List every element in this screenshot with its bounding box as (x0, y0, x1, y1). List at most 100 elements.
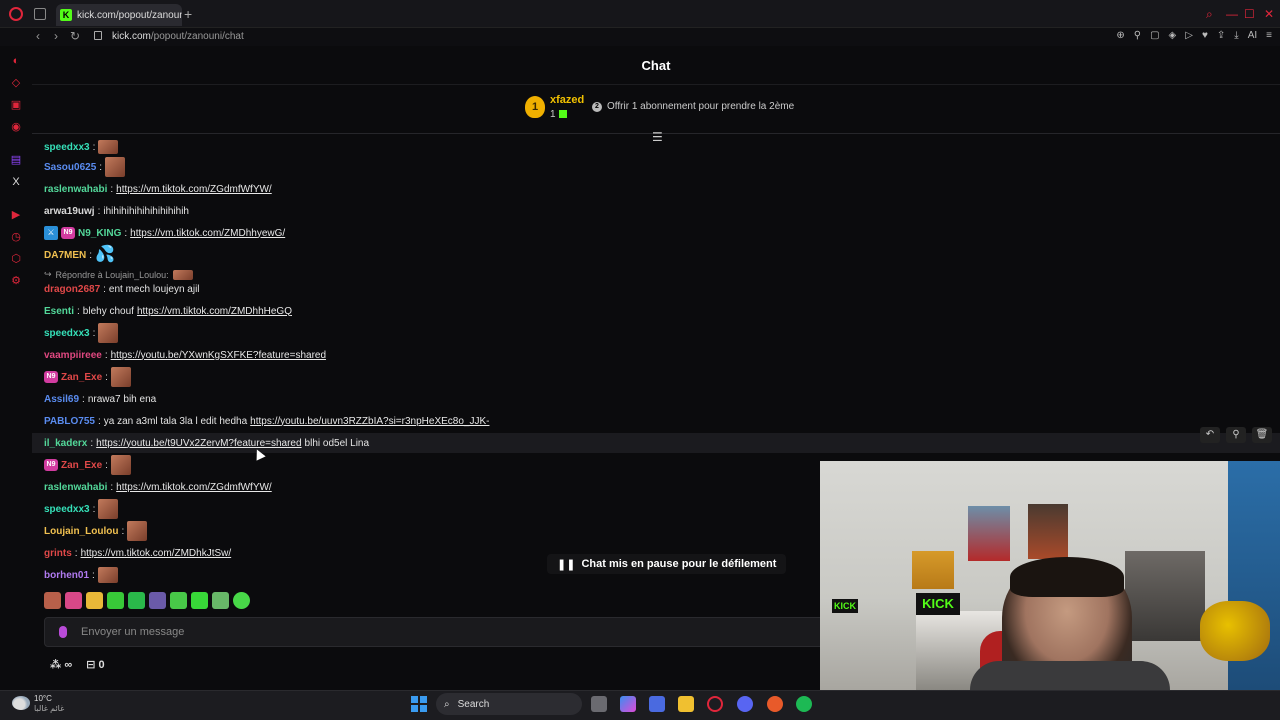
chat-message[interactable]: ⚔ N9 N9_KING: https://vm.tiktok.com/ZMDhhye… (44, 225, 285, 241)
store-app-icon[interactable] (649, 696, 665, 712)
chat-message-input[interactable]: Envoyer un message (44, 617, 824, 647)
reload-icon[interactable]: ↻ (70, 29, 80, 43)
opera-logo-icon[interactable] (9, 7, 23, 21)
back-arrow-icon[interactable]: ‹ (36, 29, 40, 43)
collapse-leaderboard-icon[interactable]: ☰ (652, 130, 663, 144)
message-link[interactable]: https://vm.tiktok.com/ZMDhhyewG/ (130, 228, 285, 239)
sidebar-shop-icon[interactable]: ◇ (10, 77, 22, 89)
sidebar-gx-icon[interactable]: ▣ (10, 99, 22, 111)
chat-message[interactable]: raslenwahabi: https://vm.tiktok.com/ZGdmf… (44, 181, 272, 197)
chat-message[interactable]: Sasou0625: (44, 157, 126, 177)
chat-username[interactable]: il_kaderx (44, 438, 87, 449)
channel-points-button[interactable]: ⁂ ∞ (50, 658, 72, 671)
chat-message[interactable]: N9 Zan_Exe: (44, 367, 131, 387)
menu-icon[interactable]: ≡ (1266, 30, 1272, 41)
discord-icon[interactable] (737, 696, 753, 712)
message-link[interactable]: https://vm.tiktok.com/ZMDhkJtSw/ (81, 548, 232, 559)
chat-message[interactable]: N9 Zan_Exe: (44, 455, 131, 475)
emote-quick-10[interactable] (233, 592, 250, 609)
chat-username[interactable]: dragon2687 (44, 284, 100, 295)
file-explorer-icon[interactable] (678, 696, 694, 712)
message-link[interactable]: https://vm.tiktok.com/ZGdmfWfYW/ (116, 482, 272, 493)
chat-message[interactable]: grints: https://vm.tiktok.com/ZMDhkJtSw/ (44, 545, 231, 561)
chat-message[interactable]: Esenti: blehy chouf https://vm.tiktok.com/… (44, 303, 292, 319)
chat-message[interactable]: raslenwahabi: https://vm.tiktok.com/ZGdmf… (44, 479, 272, 495)
chat-username[interactable]: speedxx3 (44, 142, 90, 153)
chat-username[interactable]: arwa19uwj (44, 206, 95, 217)
chat-message[interactable]: arwa19uwj: ihihihihihihihihihihih (44, 203, 189, 219)
ai-button[interactable]: AI (1248, 30, 1257, 41)
pin-icon[interactable]: ⚲ (1134, 30, 1141, 41)
reply-icon[interactable]: ↶ (1200, 427, 1220, 443)
close-window-icon[interactable]: ✕ (1264, 7, 1274, 21)
weather-cloud-icon[interactable] (12, 696, 30, 710)
chat-message[interactable]: speedxx3: (44, 139, 119, 155)
shield-icon[interactable]: ◈ (1169, 30, 1177, 41)
url-field[interactable]: kick.com/popout/zanouni/chat (112, 31, 244, 42)
chat-username[interactable]: Assil69 (44, 394, 79, 405)
opera-gx-taskbar-icon[interactable] (707, 696, 723, 712)
forward-arrow-icon[interactable]: › (54, 29, 58, 43)
chat-message[interactable]: speedxx3: (44, 323, 119, 343)
sidebar-x-icon[interactable]: X (10, 176, 22, 188)
top-gifter-name[interactable]: xfazed (550, 94, 584, 106)
message-link[interactable]: https://youtu.be/YXwnKgSXFKE?feature=sha… (111, 350, 326, 361)
chat-username[interactable]: Sasou0625 (44, 162, 96, 173)
chat-username[interactable]: Zan_Exe (61, 372, 102, 383)
emote-quick-4[interactable] (107, 592, 124, 609)
delete-message-icon[interactable]: 🗑 (1252, 427, 1272, 443)
chat-username[interactable]: borhen01 (44, 570, 89, 581)
emote-quick-1[interactable] (44, 592, 61, 609)
chat-username[interactable]: raslenwahabi (44, 482, 107, 493)
chat-paused-button[interactable]: ❚❚ Chat mis en pause pour le défilement (547, 554, 787, 574)
chat-message[interactable]: dragon2687: ent mech loujeyn ajil (44, 281, 200, 297)
message-link[interactable]: https://youtu.be/t9UVx2ZervM?feature=sha… (96, 438, 301, 449)
chat-message[interactable]: borhen01: (44, 567, 118, 583)
sidebar-messenger-icon[interactable]: ◉ (10, 121, 22, 133)
sidebar-extensions-icon[interactable]: ⬡ (10, 253, 22, 265)
gift-subscription-button[interactable]: 2 Offrir 1 abonnement pour prendre la 2è… (592, 101, 794, 112)
app-icon-red[interactable] (767, 696, 783, 712)
sidebar-player-icon[interactable]: ▶ (10, 209, 22, 221)
chat-username[interactable]: DA7MEN (44, 250, 86, 261)
emote-quick-9[interactable] (212, 592, 229, 609)
chat-username[interactable]: vaampiireee (44, 350, 102, 361)
new-tab-plus-icon[interactable]: + (184, 6, 192, 22)
minimize-icon[interactable]: — (1226, 7, 1238, 21)
message-link[interactable]: https://vm.tiktok.com/ZGdmfWfYW/ (116, 184, 272, 195)
reply-preview[interactable]: ↪ Répondre à Loujain_Loulou: (44, 269, 193, 280)
browser-tab[interactable]: K kick.com/popout/zanouni/ (56, 4, 182, 26)
chat-username[interactable]: N9_KING (78, 228, 121, 239)
player-icon[interactable]: ▷ (1185, 30, 1193, 41)
chat-message-hovered[interactable]: il_kaderx: https://youtu.be/t9UVx2ZervM?f… (44, 435, 369, 451)
taskbar-search[interactable]: ⌕ Search (436, 693, 582, 715)
windows-start-icon[interactable] (411, 696, 427, 712)
sidebar-settings-icon[interactable]: ⚙ (10, 275, 22, 287)
chat-username[interactable]: Loujain_Loulou (44, 526, 118, 537)
microphone-icon[interactable] (59, 626, 67, 638)
emote-quick-3[interactable] (86, 592, 103, 609)
chat-message[interactable]: DA7MEN: 💦 (44, 246, 115, 263)
heart-icon[interactable]: ♥ (1202, 30, 1208, 41)
spotify-icon[interactable] (796, 696, 812, 712)
chat-username[interactable]: speedxx3 (44, 328, 90, 339)
chat-message[interactable]: vaampiireee: https://youtu.be/YXwnKgSXFKE… (44, 347, 326, 363)
copilot-icon[interactable] (620, 696, 636, 712)
chat-message[interactable]: Loujain_Loulou: (44, 521, 148, 541)
chat-username[interactable]: grints (44, 548, 72, 559)
emote-quick-5[interactable] (128, 592, 145, 609)
weather-temperature[interactable]: 10°C (34, 694, 52, 703)
chat-username[interactable]: PABLO755 (44, 416, 95, 427)
emote-quick-7[interactable] (170, 592, 187, 609)
chat-username[interactable]: speedxx3 (44, 504, 90, 515)
task-view-icon[interactable] (591, 696, 607, 712)
emote-quick-2[interactable] (65, 592, 82, 609)
sidebar-twitch-icon[interactable]: ▤ (10, 154, 22, 166)
sidebar-aria-icon[interactable]: ◐ (10, 55, 22, 67)
chat-username[interactable]: raslenwahabi (44, 184, 107, 195)
emote-quick-6[interactable] (149, 592, 166, 609)
sidebar-history-icon[interactable]: ◷ (10, 231, 22, 243)
search-tabs-icon[interactable]: ⌕ (1206, 7, 1213, 22)
zoom-icon[interactable]: ⊕ (1116, 30, 1124, 41)
message-link[interactable]: https://youtu.be/uuvn3RZZbIA?si=r3npHeXE… (250, 416, 489, 427)
